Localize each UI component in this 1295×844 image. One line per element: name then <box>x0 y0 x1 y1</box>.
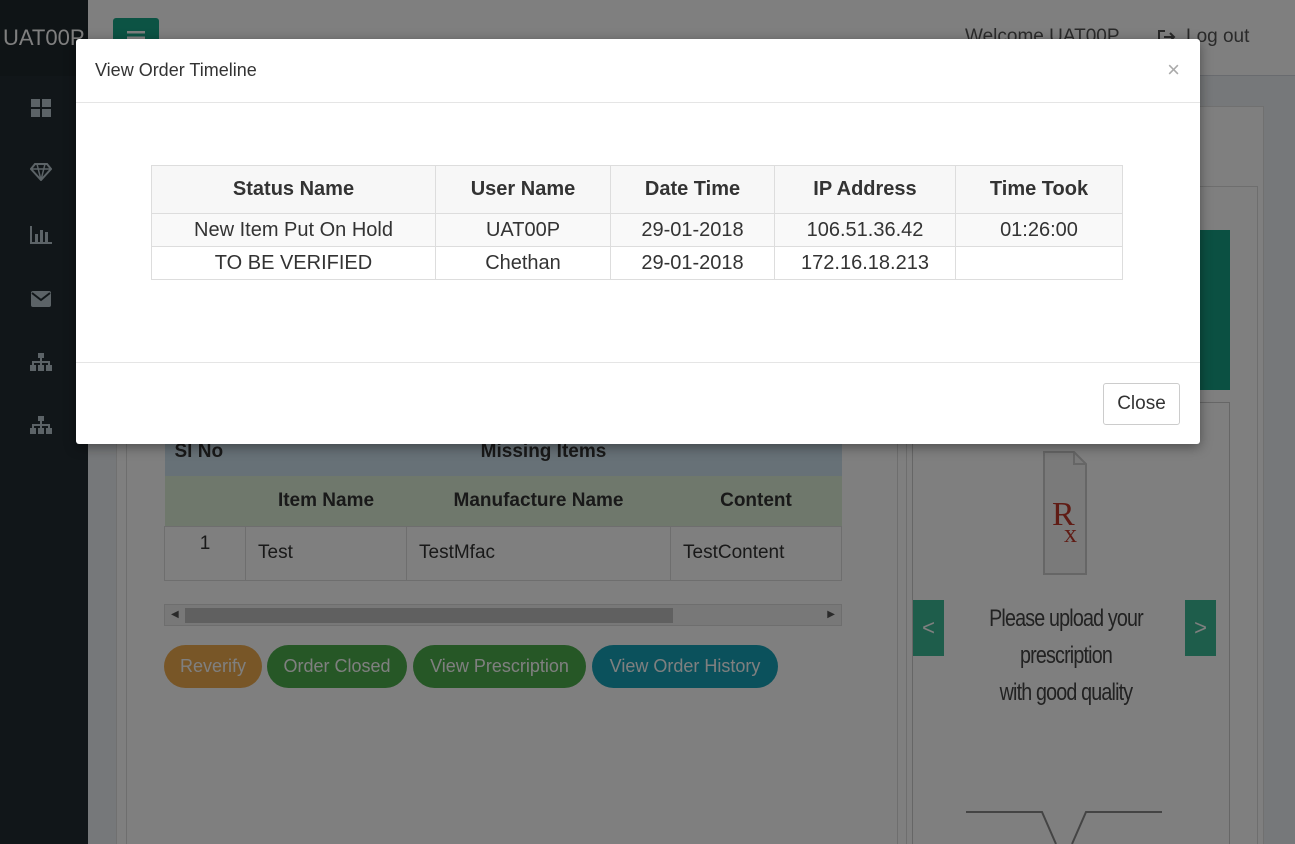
order-timeline-modal: View Order Timeline × Status Name User N… <box>76 39 1200 444</box>
column-header: IP Address <box>774 165 956 214</box>
close-button[interactable]: Close <box>1103 383 1180 425</box>
table-row: New Item Put On Hold UAT00P 29-01-2018 1… <box>151 213 1123 247</box>
column-header: User Name <box>435 165 611 214</box>
user-cell: Chethan <box>435 246 611 280</box>
column-header: Date Time <box>610 165 775 214</box>
date-cell: 29-01-2018 <box>610 213 775 247</box>
order-timeline-table: Status Name User Name Date Time IP Addre… <box>151 165 1123 280</box>
ip-cell: 172.16.18.213 <box>774 246 956 280</box>
date-cell: 29-01-2018 <box>610 246 775 280</box>
user-cell: UAT00P <box>435 213 611 247</box>
ip-cell: 106.51.36.42 <box>774 213 956 247</box>
modal-header: View Order Timeline × <box>76 39 1200 103</box>
table-row: TO BE VERIFIED Chethan 29-01-2018 172.16… <box>151 246 1123 280</box>
modal-body: Status Name User Name Date Time IP Addre… <box>76 103 1200 362</box>
modal-footer: Close <box>76 362 1200 444</box>
time-took-cell: 01:26:00 <box>955 213 1123 247</box>
status-cell: New Item Put On Hold <box>151 213 436 247</box>
close-icon[interactable]: × <box>1167 57 1180 83</box>
status-cell: TO BE VERIFIED <box>151 246 436 280</box>
modal-title: View Order Timeline <box>95 60 257 80</box>
column-header: Time Took <box>955 165 1123 214</box>
time-took-cell <box>955 246 1123 280</box>
column-header: Status Name <box>151 165 436 214</box>
